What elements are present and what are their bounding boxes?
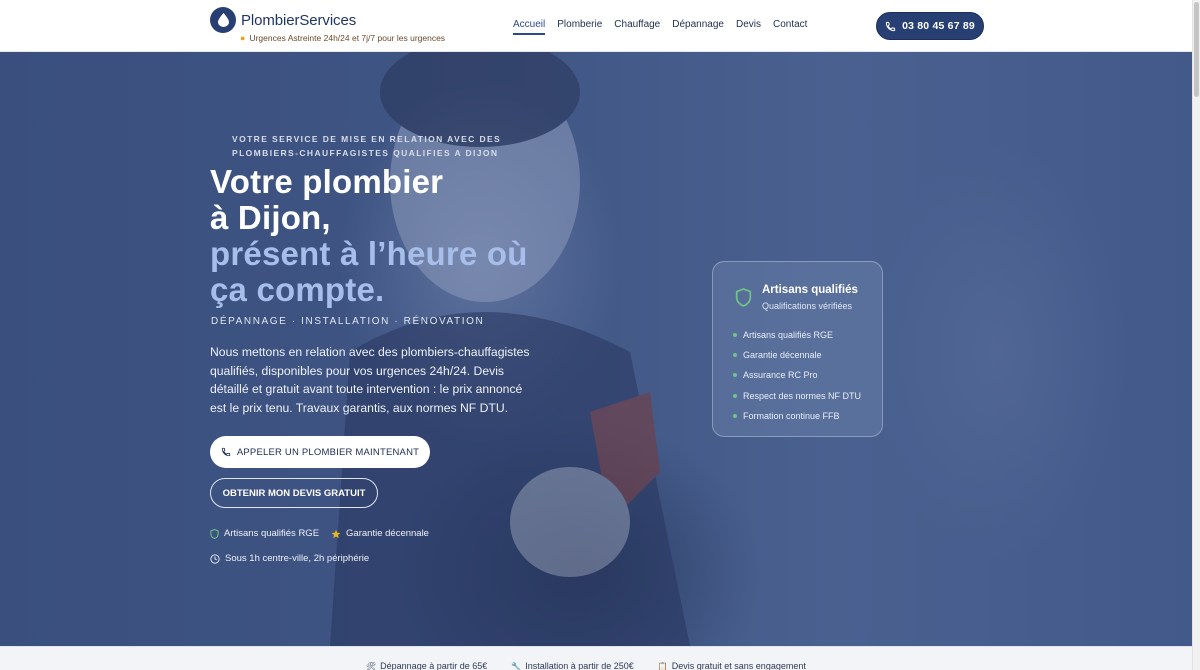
list-item-label: Garantie décennale [743, 350, 822, 361]
phone-icon [221, 447, 231, 457]
phone-button[interactable]: 03 80 45 67 89 [876, 12, 984, 40]
hero-section: VOTRE SERVICE DE MISE EN RELATION AVEC D… [0, 52, 1192, 646]
card-title: Artisans qualifiés [762, 284, 858, 296]
nav-plomberie[interactable]: Plomberie [557, 19, 602, 35]
get-quote-button[interactable]: OBTENIR MON DEVIS GRATUIT [210, 478, 378, 508]
list-item-label: Respect des normes NF DTU [743, 390, 862, 401]
alert-dot-icon: ● [240, 33, 246, 43]
services-tagline: DÉPANNAGE · INSTALLATION · RÉNOVATION [211, 316, 485, 327]
badge-rge: Artisans qualifiés RGE [210, 528, 319, 539]
strip-item-devis: 📋 Devis gratuit et sans engagement [658, 661, 806, 670]
shield-icon [735, 288, 752, 307]
call-plumber-button[interactable]: APPELER UN PLOMBIER MAINTENANT [210, 436, 430, 468]
brand-name: PlombierServices [241, 11, 357, 29]
list-item-label: Assurance RC Pro [743, 370, 818, 381]
strip-item-label: Devis gratuit et sans engagement [671, 661, 806, 670]
strip-item-label: Dépannage à partir de 65€ [380, 661, 488, 670]
qualifications-card: Artisans qualifiés Qualifications vérifi… [712, 261, 883, 437]
nav-depannage[interactable]: Dépannage [672, 19, 724, 35]
phone-icon [885, 21, 896, 31]
list-item: Garantie décennale [733, 345, 861, 365]
document-icon: 📋 [657, 661, 668, 670]
qualifications-list: Artisans qualifiés RGE Garantie décennal… [733, 325, 861, 426]
bullet-dot-icon [733, 413, 737, 418]
bullet-dot-icon [733, 373, 737, 378]
logo[interactable]: PlombierServices [210, 7, 356, 33]
drop-icon [210, 7, 236, 33]
strip-item-depannage: 🛠 Dépannage à partir de 65€ [366, 661, 487, 670]
star-icon [331, 529, 341, 538]
list-item: Formation continue FFB [733, 406, 861, 426]
main-nav: Accueil Plomberie Chauffage Dépannage De… [513, 19, 807, 35]
badge-garantie-label: Garantie décennale [346, 528, 429, 539]
nav-chauffage[interactable]: Chauffage [614, 19, 660, 35]
strip-item-label: Installation à partir de 250€ [525, 661, 634, 670]
list-item: Artisans qualifiés RGE [733, 325, 861, 345]
shield-icon [210, 528, 219, 539]
bullet-dot-icon [733, 353, 737, 358]
hero-title-accent2: ça compte. [210, 271, 385, 308]
scrollbar-thumb[interactable] [1194, 2, 1199, 97]
trust-badges: Artisans qualifiés RGE Garantie décennal… [210, 528, 429, 539]
response-time: Sous 1h centre-ville, 2h périphérie [210, 553, 369, 564]
hero-title-line1: Votre plombier [210, 163, 444, 200]
response-time-label: Sous 1h centre-ville, 2h périphérie [225, 553, 370, 564]
tool-icon: 🔧 [511, 661, 522, 670]
hero-lead: Nous mettons en relation avec des plombi… [210, 345, 530, 415]
bullet-dot-icon [733, 393, 737, 398]
badge-rge-label: Artisans qualifiés RGE [224, 528, 320, 539]
urgence-text: Urgences Astreinte 24h/24 et 7j/7 pour l… [249, 33, 446, 43]
badge-garantie: Garantie décennale [331, 528, 429, 539]
hero-title: Votre plombier à Dijon, présent à l’heur… [210, 164, 528, 308]
bullet-dot-icon [733, 333, 737, 338]
list-item: Respect des normes NF DTU [733, 386, 861, 406]
nav-contact[interactable]: Contact [773, 19, 807, 35]
list-item-label: Formation continue FFB [743, 410, 840, 421]
nav-accueil[interactable]: Accueil [513, 19, 546, 35]
urgence-banner: ● Urgences Astreinte 24h/24 et 7j/7 pour… [240, 33, 445, 43]
hero-title-line2: à Dijon, [210, 199, 331, 236]
strip-item-installation: 🔧 Installation à partir de 250€ [511, 661, 634, 670]
site-header: PlombierServices ● Urgences Astreinte 24… [0, 0, 1192, 52]
phone-number: 03 80 45 67 89 [902, 20, 975, 32]
hero-title-accent1: présent à l’heure où [210, 235, 528, 272]
call-plumber-label: APPELER UN PLOMBIER MAINTENANT [236, 446, 420, 458]
list-item-label: Artisans qualifiés RGE [743, 330, 834, 341]
clock-icon [210, 553, 220, 564]
pricing-strip: 🛠 Dépannage à partir de 65€ 🔧 Installati… [0, 646, 1192, 670]
page-scrollbar[interactable] [1192, 0, 1200, 670]
card-subtitle: Qualifications vérifiées [762, 301, 853, 311]
nav-devis[interactable]: Devis [736, 19, 761, 35]
get-quote-label: OBTENIR MON DEVIS GRATUIT [222, 487, 366, 499]
wrench-icon: 🛠 [366, 661, 377, 670]
list-item: Assurance RC Pro [733, 365, 861, 385]
hero-kicker: VOTRE SERVICE DE MISE EN RELATION AVEC D… [232, 134, 502, 158]
